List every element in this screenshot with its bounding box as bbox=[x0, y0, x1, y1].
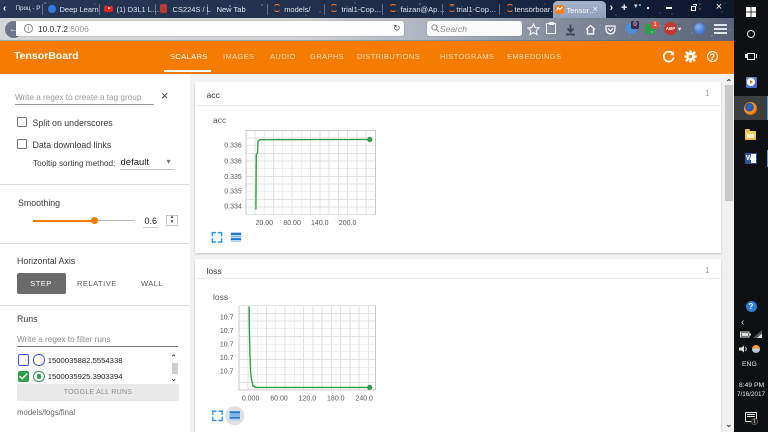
svg-text:180.0: 180.0 bbox=[327, 395, 345, 402]
svg-text:0.000: 0.000 bbox=[242, 395, 260, 402]
svg-text:0.335: 0.335 bbox=[224, 189, 242, 196]
svg-text:0.335: 0.335 bbox=[224, 174, 242, 181]
svg-text:120.0: 120.0 bbox=[299, 395, 317, 402]
svg-text:200.0: 200.0 bbox=[339, 220, 357, 227]
svg-text:240.0: 240.0 bbox=[355, 395, 373, 402]
svg-text:10.7: 10.7 bbox=[220, 369, 234, 376]
svg-text:20.00: 20.00 bbox=[256, 220, 274, 227]
svg-text:10.7: 10.7 bbox=[220, 342, 234, 349]
svg-text:10.7: 10.7 bbox=[220, 328, 234, 335]
svg-text:10.7: 10.7 bbox=[220, 355, 234, 362]
svg-text:0.336: 0.336 bbox=[224, 143, 242, 150]
svg-text:0.336: 0.336 bbox=[224, 158, 242, 165]
svg-text:0.334: 0.334 bbox=[224, 204, 242, 211]
svg-text:140.0: 140.0 bbox=[311, 220, 329, 227]
svg-text:10.7: 10.7 bbox=[220, 315, 234, 322]
svg-text:60.00: 60.00 bbox=[270, 395, 288, 402]
svg-text:80.00: 80.00 bbox=[283, 220, 301, 227]
